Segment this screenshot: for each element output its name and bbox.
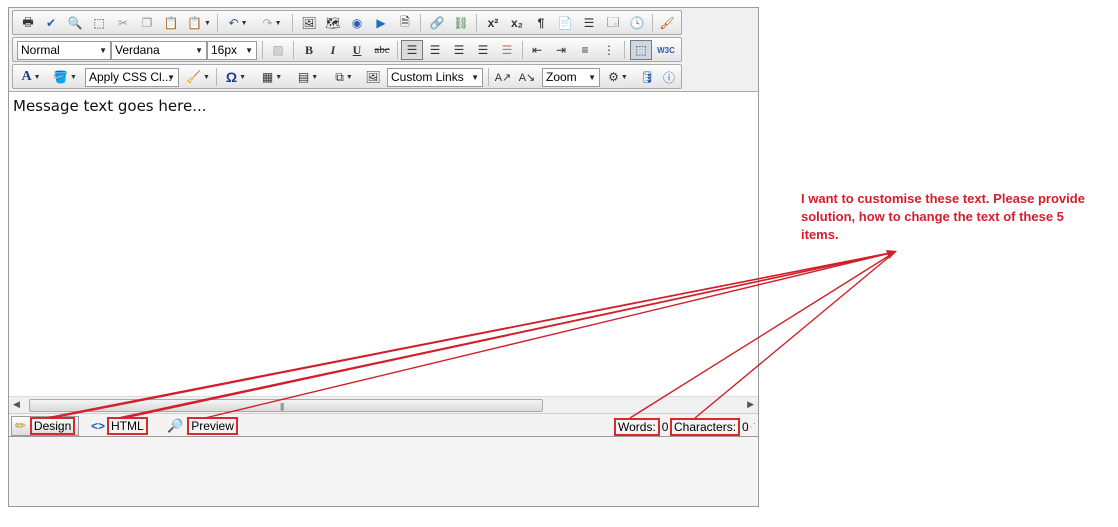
arrow-to-design-2 [51, 251, 896, 419]
arrow-to-preview [204, 251, 896, 419]
arrow-to-words [629, 251, 896, 419]
arrow-to-characters [694, 251, 896, 419]
arrow-to-html-2 [123, 251, 896, 419]
annotation-arrows [45, 250, 897, 419]
